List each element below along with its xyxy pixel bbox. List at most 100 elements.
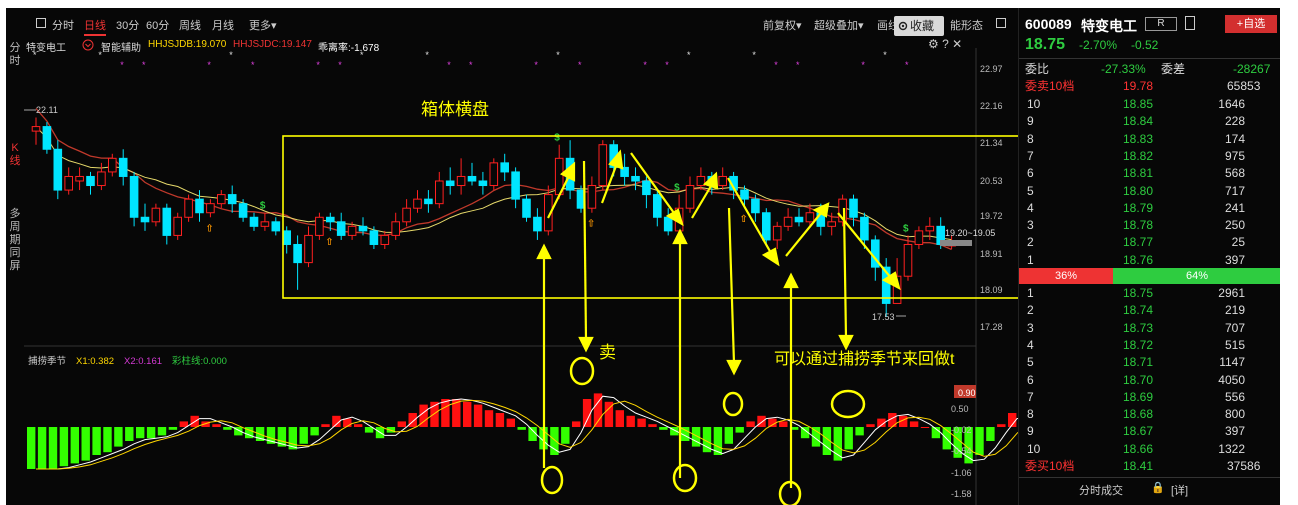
level-number: 6	[1027, 372, 1034, 387]
sell-level-row: 6 18.81 568	[1019, 165, 1280, 182]
buy-level-row: 5 18.71 1147	[1019, 354, 1280, 371]
level-number: 7	[1027, 389, 1034, 404]
sell-level-row: 2 18.77 25	[1019, 234, 1280, 251]
macd-bars	[27, 393, 1017, 469]
candle-body	[304, 234, 313, 264]
signal-star: *	[687, 50, 691, 60]
macd-bar	[648, 424, 657, 427]
macd-bar	[997, 424, 1006, 427]
signal-star: *	[316, 60, 320, 70]
buy-ratio: 64%	[1113, 268, 1280, 284]
buy-signal-mark: ⇧	[587, 219, 595, 230]
candle-body	[849, 198, 858, 218]
buy-level-row: 7 18.69 556	[1019, 389, 1280, 406]
macd-bar	[757, 415, 766, 427]
macd-bar	[909, 421, 919, 427]
signal-star: *	[229, 50, 233, 60]
level-volume: 1147	[1219, 355, 1245, 370]
level-number: 5	[1027, 183, 1034, 198]
macd-bar	[735, 427, 744, 433]
add-favorite-button[interactable]: +自选	[1225, 15, 1277, 33]
candle-body	[326, 216, 335, 223]
macd-bar	[354, 424, 363, 427]
level-number: 4	[1027, 200, 1034, 215]
level-price: 18.79	[1123, 200, 1154, 215]
level-volume: 800	[1224, 407, 1245, 422]
level-price: 18.84	[1123, 114, 1154, 129]
candle-body	[631, 175, 640, 182]
candle-body	[489, 162, 499, 187]
candle-body	[358, 225, 368, 232]
signal-star: *	[98, 50, 102, 60]
signal-star: *	[33, 50, 37, 60]
level-number: 6	[1027, 166, 1034, 181]
candle-body	[533, 216, 542, 232]
sub-axis-6: -1.58	[951, 489, 972, 499]
macd-bar	[223, 427, 232, 430]
candle-body	[336, 221, 346, 236]
macd-bar	[92, 427, 101, 455]
window-icon[interactable]	[1185, 16, 1195, 30]
macd-bar	[637, 418, 646, 427]
sell-level-row: 9 18.84 228	[1019, 113, 1280, 130]
macd-bar	[626, 415, 635, 427]
sub-axis-5: -1.06	[951, 468, 972, 478]
macd-bar	[212, 424, 221, 427]
level-price: 18.82	[1123, 148, 1154, 163]
signal-star: *	[752, 50, 756, 60]
candle-body	[380, 234, 390, 245]
level-number: 8	[1027, 407, 1034, 422]
last-price-tag	[940, 240, 972, 246]
macd-bar	[572, 421, 581, 427]
signal-star: *	[643, 60, 647, 70]
buy-level-row: 1 18.75 2961	[1019, 285, 1280, 302]
candle-body	[402, 207, 411, 223]
candle-body	[478, 180, 488, 187]
macd-bar	[866, 424, 875, 427]
level-price: 18.70	[1123, 372, 1154, 387]
buy10-row: 委买10档 18.41 37586	[1025, 459, 1261, 473]
signal-star: *	[861, 60, 865, 70]
level-volume: 2961	[1218, 286, 1245, 300]
macd-bar	[310, 427, 319, 436]
box-label: 箱体横盘	[421, 100, 489, 119]
candle-body	[108, 157, 117, 173]
signal-star: *	[207, 60, 211, 70]
candle-body	[598, 144, 608, 187]
candle-body	[391, 221, 400, 236]
level-volume: 397	[1224, 424, 1245, 439]
r-button[interactable]: R	[1145, 17, 1177, 31]
candle-body	[435, 180, 444, 205]
stock-name: 特变电工	[1081, 18, 1137, 34]
signal-star: *	[469, 60, 473, 70]
sub-indicator-name: 捕捞季节	[28, 355, 66, 367]
price-axis-1: 22.97	[980, 64, 1003, 74]
candle-body	[151, 207, 161, 223]
level-volume: 568	[1224, 166, 1245, 181]
candle-body	[903, 243, 913, 277]
level-price: 18.66	[1123, 441, 1154, 456]
candle-body	[663, 216, 673, 232]
candle-body	[260, 221, 270, 227]
candle-body	[467, 175, 477, 182]
macd-bar	[157, 427, 167, 436]
level-price: 18.77	[1123, 235, 1154, 250]
level-number: 10	[1027, 97, 1041, 111]
macd-bar	[168, 427, 178, 430]
price-axis-6: 18.91	[980, 249, 1003, 259]
signal-star: *	[905, 60, 909, 70]
lock-icon[interactable]: 🔒	[1151, 481, 1165, 494]
sell-level-row: 7 18.82 975	[1019, 148, 1280, 165]
details-link[interactable]: [详]	[1171, 482, 1188, 498]
macd-bar	[59, 427, 69, 467]
candle-body	[184, 198, 193, 218]
sub-axis-2: 0.50	[951, 404, 969, 414]
candle-body	[805, 212, 815, 223]
tab-trades[interactable]: 分时成交	[1079, 482, 1123, 498]
kline-chart[interactable]: * ** * *** * ** ** * *** * ** ** * *** ⇧⇧$⇧$⇧$$ 箱体横盘 …	[6, 8, 1018, 505]
buy-signal-mark: ⇧	[740, 214, 748, 225]
macd-bar	[724, 427, 733, 444]
level-number: 1	[1027, 252, 1034, 267]
candle-body	[217, 194, 226, 205]
macd-bar	[746, 421, 755, 427]
